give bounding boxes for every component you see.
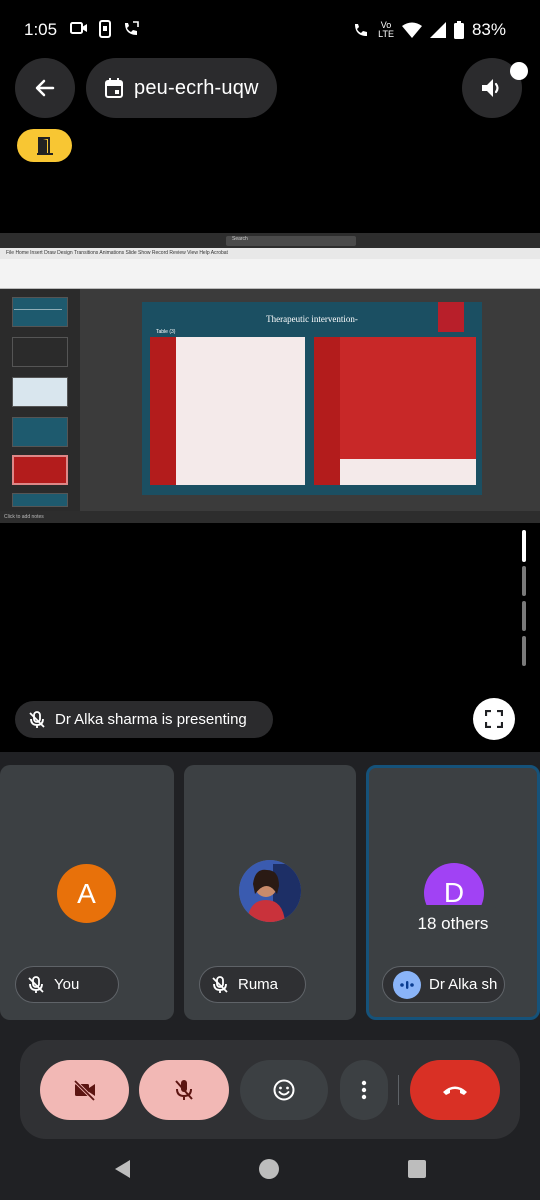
slide-table-right	[314, 337, 476, 485]
ppt-search-box: Search	[226, 236, 356, 246]
nav-home-icon[interactable]	[258, 1158, 280, 1180]
ppt-status-bar: Click to add notes	[0, 511, 540, 523]
emoji-icon	[273, 1079, 295, 1101]
wifi-icon	[401, 22, 422, 38]
volte-indicator: Vo LTE	[378, 21, 394, 39]
mic-off-icon	[29, 710, 45, 728]
calendar-icon	[105, 78, 123, 98]
status-notification-icons	[70, 20, 140, 38]
participant-name: Dr Alka sh	[429, 976, 498, 993]
phone-vibrate-icon	[355, 24, 368, 36]
speaker-icon	[482, 79, 499, 97]
slide-table-left	[150, 337, 305, 485]
participant-tile-you[interactable]: A You	[0, 765, 174, 1020]
participant-name-chip: You	[15, 966, 119, 1003]
ppt-menu: File Home Insert Draw Design Transitions…	[0, 248, 540, 259]
avatar-initial: A	[77, 877, 96, 909]
status-time: 1:05	[24, 20, 58, 39]
battery-percent: 83%	[471, 20, 506, 39]
presenting-indicator: Dr Alka sharma is presenting	[15, 701, 273, 738]
fullscreen-button[interactable]	[473, 698, 515, 740]
mic-off-icon	[212, 975, 228, 993]
avatar: A	[57, 864, 116, 923]
door-icon	[36, 136, 53, 155]
meeting-info-button[interactable]: peu-ecrh-uqw	[86, 58, 277, 118]
indicator-dot	[510, 62, 528, 80]
call-end-icon	[443, 1086, 467, 1095]
controls-divider	[398, 1075, 399, 1105]
slide-subtitle: Table (3)	[156, 329, 176, 335]
others-count-chip[interactable]: 18 others	[401, 905, 505, 943]
speaking-indicator-icon	[393, 970, 421, 999]
ppt-title-bar: Search	[0, 233, 540, 248]
phone-notification-icon	[99, 20, 111, 38]
more-options-button[interactable]	[340, 1060, 388, 1120]
reactions-button[interactable]	[240, 1060, 328, 1120]
slide-thumbnail	[12, 377, 68, 407]
presenting-text: Dr Alka sharma is presenting	[55, 711, 247, 728]
mic-toggle-button[interactable]	[139, 1060, 229, 1120]
scroll-indicator	[522, 566, 526, 596]
scroll-indicator-active	[522, 530, 526, 562]
thumb-line	[14, 309, 62, 310]
call-forward-icon	[125, 21, 139, 35]
back-button[interactable]	[15, 58, 75, 118]
ppt-ribbon	[0, 259, 540, 289]
participant-tile-dr-alka[interactable]: D Dr Alka sh	[366, 765, 540, 1020]
table-right-body	[340, 337, 476, 459]
table-date-column	[150, 337, 176, 485]
nav-recents-icon[interactable]	[407, 1159, 427, 1179]
arrow-left-icon	[35, 79, 55, 97]
slide-thumbnail	[12, 493, 68, 507]
current-slide: Therapeutic intervention- Table (3)	[142, 302, 482, 495]
scroll-indicator	[522, 636, 526, 666]
system-nav-bar	[0, 1140, 540, 1200]
more-vert-icon	[361, 1080, 367, 1100]
mic-off-icon	[175, 1080, 193, 1100]
battery-icon	[453, 21, 464, 39]
table-right-footer	[340, 459, 476, 485]
leave-door-button[interactable]	[17, 129, 72, 162]
status-bar: 1:05 Vo LTE 83%	[0, 0, 540, 60]
camera-off-icon	[73, 1079, 95, 1101]
nav-back-icon[interactable]	[112, 1158, 134, 1180]
participant-name-chip: Dr Alka sh	[382, 966, 505, 1003]
status-right-icons: Vo LTE 83%	[352, 20, 506, 40]
slide-thumbnail	[12, 297, 68, 327]
mic-off-icon	[28, 975, 44, 993]
shared-screen: Search File Home Insert Draw Design Tran…	[0, 233, 540, 523]
lte-label: LTE	[378, 29, 394, 39]
participant-name-chip: Ruma	[199, 966, 306, 1003]
fullscreen-icon	[485, 710, 503, 728]
slide-thumbnail-active	[12, 455, 68, 485]
participant-name: You	[54, 976, 80, 993]
end-call-button[interactable]	[410, 1060, 500, 1120]
signal-icon	[429, 22, 446, 38]
ppt-workspace: Therapeutic intervention- Table (3)	[0, 289, 540, 511]
camera-toggle-button[interactable]	[40, 1060, 129, 1120]
slide-thumbnail	[12, 417, 68, 447]
camera-notification-icon	[70, 22, 87, 34]
participant-tile-ruma[interactable]: Ruma	[184, 765, 356, 1020]
scroll-indicator	[522, 601, 526, 631]
participant-name: Ruma	[238, 976, 279, 993]
avatar-photo	[239, 860, 301, 922]
meeting-code: peu-ecrh-uqw	[134, 76, 259, 99]
others-label: 18 others	[417, 914, 489, 933]
slide-thumbnails	[0, 289, 80, 511]
slide-title: Therapeutic intervention-	[266, 314, 358, 324]
slide-thumbnail	[12, 337, 68, 367]
profile-photo-icon	[239, 860, 301, 922]
